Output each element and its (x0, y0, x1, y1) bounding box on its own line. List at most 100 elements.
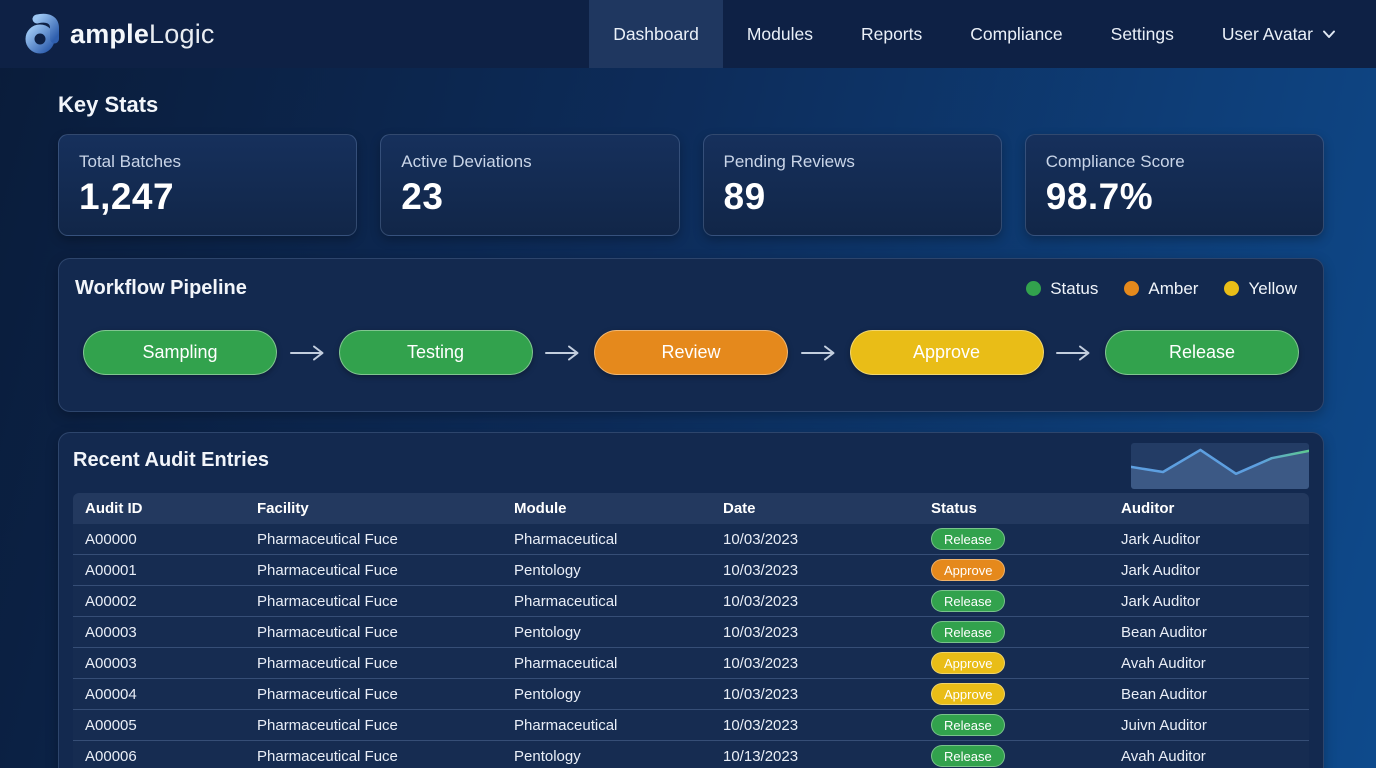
col-audit-id: Audit ID (85, 500, 257, 517)
nav-item-dashboard[interactable]: Dashboard (589, 0, 723, 68)
stat-card-value: 98.7% (1046, 176, 1303, 218)
audit-table-body: A00000Pharmaceutical FucePharmaceutical1… (73, 524, 1309, 768)
brand-name-bold: ample (70, 19, 149, 49)
cell-audit-id: A00004 (85, 686, 257, 703)
cell-module: Pentology (514, 748, 723, 765)
cell-facility: Pharmaceutical Fuce (257, 593, 514, 610)
cell-module: Pentology (514, 562, 723, 579)
cell-status: Release (931, 745, 1121, 767)
table-row[interactable]: A00005Pharmaceutical FucePharmaceutical1… (73, 710, 1309, 741)
cell-auditor: Avah Auditor (1121, 748, 1309, 765)
cell-auditor: Juivn Auditor (1121, 717, 1309, 734)
audit-panel: Recent Audit Entries Audit IDFacilityMod… (58, 432, 1324, 768)
user-menu[interactable]: User Avatar (1198, 0, 1360, 68)
table-row[interactable]: A00006Pharmaceutical FucePentology10/13/… (73, 741, 1309, 768)
cell-audit-id: A00001 (85, 562, 257, 579)
key-stats-title: Key Stats (58, 92, 1324, 118)
col-auditor: Auditor (1121, 500, 1309, 517)
brand-logo-icon (24, 12, 64, 56)
user-menu-label: User Avatar (1222, 24, 1313, 45)
legend-label: Amber (1148, 279, 1198, 299)
col-status: Status (931, 500, 1121, 517)
stat-card-label: Compliance Score (1046, 152, 1303, 172)
legend-dot-icon (1224, 281, 1239, 296)
cell-date: 10/03/2023 (723, 531, 931, 548)
status-badge: Release (931, 621, 1005, 643)
cell-facility: Pharmaceutical Fuce (257, 717, 514, 734)
stage-arrow (545, 344, 581, 362)
cell-audit-id: A00003 (85, 655, 257, 672)
status-badge: Release (931, 714, 1005, 736)
cell-status: Release (931, 528, 1121, 550)
col-module: Module (514, 500, 723, 517)
col-facility: Facility (257, 500, 514, 517)
nav-item-settings[interactable]: Settings (1087, 0, 1198, 68)
cell-date: 10/03/2023 (723, 717, 931, 734)
legend-label: Yellow (1248, 279, 1297, 299)
nav-item-reports[interactable]: Reports (837, 0, 946, 68)
status-badge: Approve (931, 683, 1005, 705)
stat-card-value: 23 (401, 176, 658, 218)
cell-auditor: Bean Auditor (1121, 624, 1309, 641)
audit-table-header: Audit IDFacilityModuleDateStatusAuditor (73, 493, 1309, 524)
arrow-right-icon (801, 344, 837, 362)
nav-item-modules[interactable]: Modules (723, 0, 837, 68)
cell-auditor: Bean Auditor (1121, 686, 1309, 703)
stat-card-label: Active Deviations (401, 152, 658, 172)
brand-logo[interactable]: ampleLogic (24, 12, 215, 56)
table-row[interactable]: A00003Pharmaceutical FucePharmaceutical1… (73, 648, 1309, 679)
cell-module: Pharmaceutical (514, 593, 723, 610)
table-row[interactable]: A00001Pharmaceutical FucePentology10/03/… (73, 555, 1309, 586)
cell-auditor: Jark Auditor (1121, 531, 1309, 548)
legend-item-amber: Amber (1124, 279, 1198, 299)
status-badge: Approve (931, 559, 1005, 581)
audit-sparkline-chart (1131, 443, 1309, 489)
dashboard-main: Key Stats Total Batches1,247Active Devia… (0, 68, 1376, 768)
stat-cards: Total Batches1,247Active Deviations23Pen… (58, 134, 1324, 236)
cell-audit-id: A00003 (85, 624, 257, 641)
cell-facility: Pharmaceutical Fuce (257, 748, 514, 765)
stage-sampling[interactable]: Sampling (83, 330, 277, 375)
table-row[interactable]: A00003Pharmaceutical FucePentology10/03/… (73, 617, 1309, 648)
audit-table: Audit IDFacilityModuleDateStatusAuditor … (73, 493, 1309, 768)
stat-card-value: 89 (724, 176, 981, 218)
cell-module: Pentology (514, 686, 723, 703)
table-row[interactable]: A00004Pharmaceutical FucePentology10/03/… (73, 679, 1309, 710)
legend-label: Status (1050, 279, 1098, 299)
stage-arrow (290, 344, 326, 362)
cell-status: Approve (931, 559, 1121, 581)
legend-item-yellow: Yellow (1224, 279, 1297, 299)
brand-name: ampleLogic (70, 19, 215, 50)
cell-date: 10/03/2023 (723, 593, 931, 610)
workflow-pipeline-panel: Workflow Pipeline StatusAmberYellow Samp… (58, 258, 1324, 412)
nav-items: DashboardModulesReportsComplianceSetting… (589, 0, 1360, 68)
pipeline-stages: Sampling Testing Review Approve Release (75, 330, 1307, 375)
cell-audit-id: A00006 (85, 748, 257, 765)
brand-name-light: Logic (149, 19, 215, 49)
stage-review[interactable]: Review (594, 330, 788, 375)
stat-card-active-deviations: Active Deviations 23 (380, 134, 679, 236)
cell-audit-id: A00002 (85, 593, 257, 610)
status-badge: Release (931, 528, 1005, 550)
arrow-right-icon (545, 344, 581, 362)
pipeline-legend: Status Amber Yellow (1026, 279, 1307, 299)
arrow-right-icon (1056, 344, 1092, 362)
cell-facility: Pharmaceutical Fuce (257, 562, 514, 579)
nav-item-compliance[interactable]: Compliance (946, 0, 1086, 68)
top-nav: ampleLogic DashboardModulesReportsCompli… (0, 0, 1376, 68)
cell-module: Pharmaceutical (514, 655, 723, 672)
stage-approve[interactable]: Approve (850, 330, 1044, 375)
table-row[interactable]: A00002Pharmaceutical FucePharmaceutical1… (73, 586, 1309, 617)
status-badge: Release (931, 745, 1005, 767)
legend-item-status: Status (1026, 279, 1098, 299)
table-row[interactable]: A00000Pharmaceutical FucePharmaceutical1… (73, 524, 1309, 555)
cell-status: Release (931, 621, 1121, 643)
stage-arrow (801, 344, 837, 362)
stage-release[interactable]: Release (1105, 330, 1299, 375)
stage-testing[interactable]: Testing (339, 330, 533, 375)
cell-status: Approve (931, 652, 1121, 674)
cell-facility: Pharmaceutical Fuce (257, 686, 514, 703)
cell-auditor: Avah Auditor (1121, 655, 1309, 672)
legend-dot-icon (1124, 281, 1139, 296)
cell-module: Pentology (514, 624, 723, 641)
